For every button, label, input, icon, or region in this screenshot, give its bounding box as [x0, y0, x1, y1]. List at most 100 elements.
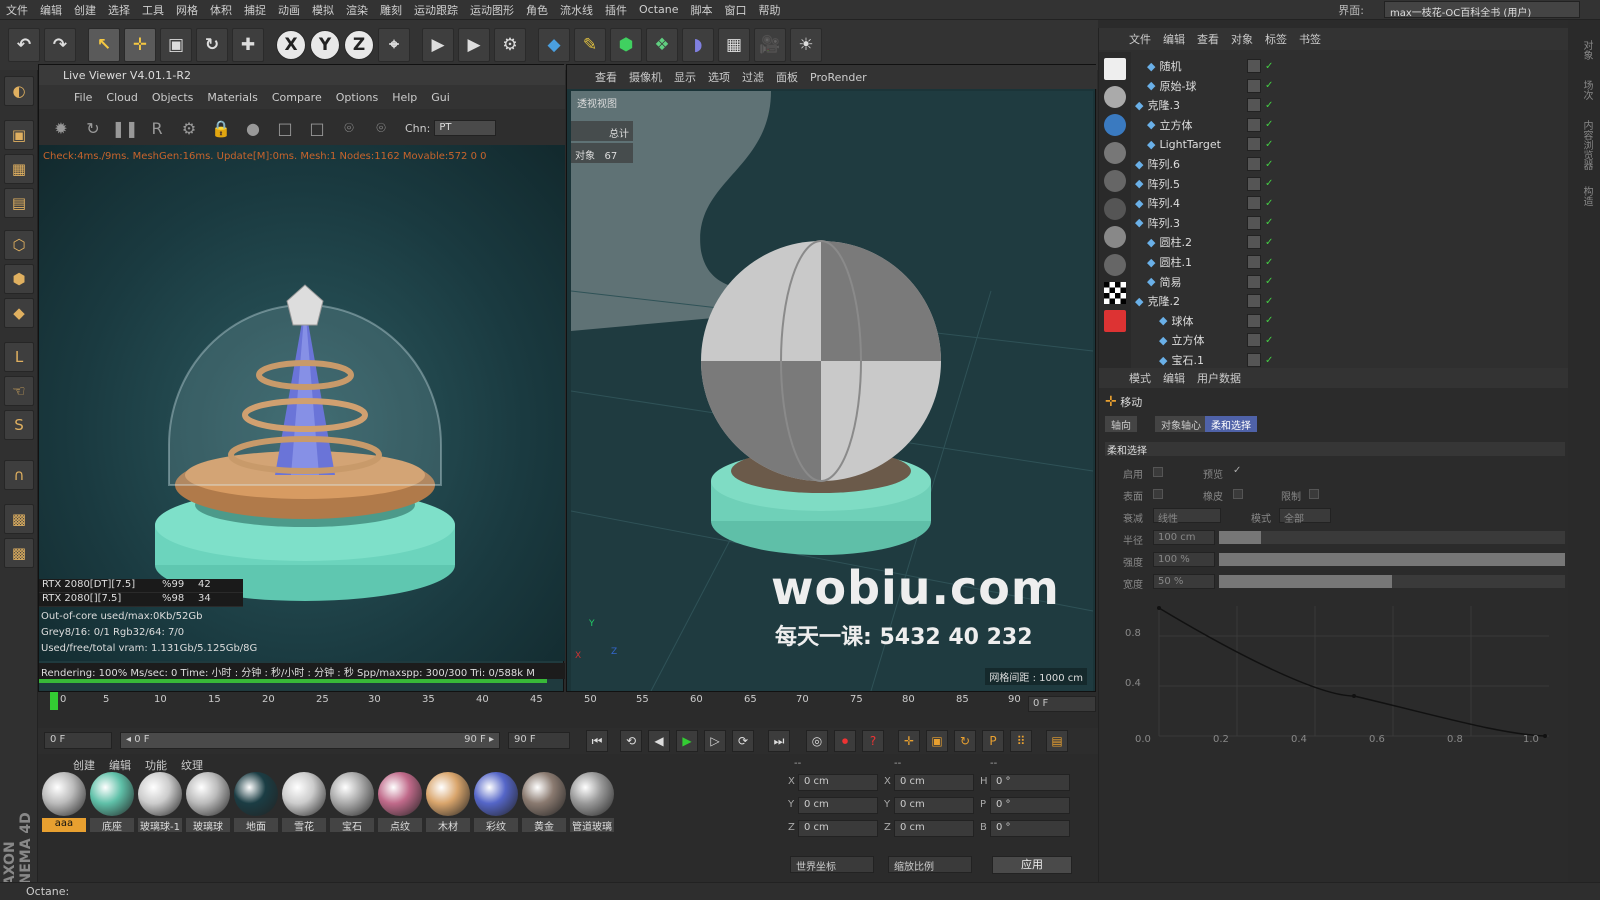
- planar-workplane-icon[interactable]: ▩: [4, 538, 34, 568]
- object-row[interactable]: ◆ 立方体 ✓: [1129, 330, 1549, 350]
- add-tool-icon[interactable]: ✚: [232, 28, 264, 62]
- apply-button[interactable]: 应用: [992, 856, 1072, 874]
- object-row[interactable]: ◆ 圆柱.2 ✓: [1129, 232, 1549, 252]
- menu-create[interactable]: 创建: [68, 2, 102, 18]
- go-to-end-icon[interactable]: ⏭: [768, 730, 790, 752]
- layout-select[interactable]: max一枝花-OC百科全书 (用户): [1384, 1, 1580, 18]
- z-axis-lock-button[interactable]: Z: [344, 30, 374, 60]
- points-mode-icon[interactable]: ⬡: [4, 230, 34, 260]
- octane-node-icon[interactable]: [1104, 254, 1126, 276]
- render-settings-icon[interactable]: ⚙: [494, 28, 526, 62]
- interpolation-icon[interactable]: ▤: [1046, 730, 1068, 752]
- layer-tag-icon[interactable]: [1247, 215, 1261, 230]
- camera-icon[interactable]: 🎥: [754, 28, 786, 62]
- next-frame-icon[interactable]: ▷: [704, 730, 726, 752]
- vp-menu-display[interactable]: 显示: [668, 69, 702, 85]
- menu-pipeline[interactable]: 流水线: [554, 2, 599, 18]
- vp-menu-camera[interactable]: 摄像机: [623, 69, 668, 85]
- layer-tag-icon[interactable]: [1247, 98, 1261, 113]
- deformer-icon[interactable]: ◗: [682, 28, 714, 62]
- visibility-check-icon[interactable]: ✓: [1265, 61, 1273, 72]
- material-slot[interactable]: aaa: [42, 772, 86, 834]
- coord-value-field[interactable]: 0 cm: [894, 774, 974, 791]
- radius-field[interactable]: 100 cm: [1153, 530, 1215, 545]
- x-axis-lock-button[interactable]: X: [276, 30, 306, 60]
- lock-icon[interactable]: 🔒: [209, 116, 233, 140]
- layer-tag-icon[interactable]: [1247, 117, 1261, 132]
- menu-file[interactable]: 文件: [0, 2, 34, 18]
- play-icon[interactable]: ▶: [676, 730, 698, 752]
- lock-workplane-icon[interactable]: ▩: [4, 504, 34, 534]
- menu-motion-tracking[interactable]: 运动跟踪: [408, 2, 464, 18]
- scale-tool-icon[interactable]: ▣: [160, 28, 192, 62]
- tab-takes[interactable]: 场次: [1574, 80, 1594, 100]
- strength-field[interactable]: 100 %: [1153, 552, 1215, 567]
- width-field[interactable]: 50 %: [1153, 574, 1215, 589]
- undo-icon[interactable]: ↶: [8, 28, 40, 62]
- send-scene-icon[interactable]: ✹: [49, 116, 73, 140]
- attr-menu-mode[interactable]: 模式: [1123, 370, 1157, 386]
- rubber-checkbox[interactable]: [1233, 489, 1243, 499]
- pen-spline-icon[interactable]: ✎: [574, 28, 606, 62]
- coord-value-field[interactable]: 0 cm: [894, 820, 974, 837]
- enable-axis-icon[interactable]: L: [4, 342, 34, 372]
- coord-value-field[interactable]: 0 °: [990, 820, 1070, 837]
- coord-value-field[interactable]: 0 cm: [894, 797, 974, 814]
- material-slot[interactable]: 雪花: [282, 772, 326, 834]
- material-slot[interactable]: 木材: [426, 772, 470, 834]
- layer-tag-icon[interactable]: [1247, 196, 1261, 211]
- perspective-viewport[interactable]: 查看 摄像机 显示 选项 过滤 面板 ProRender 透视视图 总计 对象 …: [566, 64, 1097, 692]
- vp-menu-panel[interactable]: 面板: [770, 69, 804, 85]
- coord-value-field[interactable]: 0 °: [990, 774, 1070, 791]
- coordinate-system-icon[interactable]: ⌖: [378, 28, 410, 62]
- tab-objects[interactable]: 对象: [1574, 40, 1594, 60]
- material-slot[interactable]: 宝石: [330, 772, 374, 834]
- material-slot[interactable]: 底座: [90, 772, 134, 834]
- film-region-icon[interactable]: □: [305, 116, 329, 140]
- material-slot[interactable]: 点纹: [378, 772, 422, 834]
- visibility-check-icon[interactable]: ✓: [1265, 315, 1273, 326]
- timeline[interactable]: 0 5 10 15 20 25 30 35 40 45 50 55 60 65 …: [38, 692, 1098, 726]
- attr-menu-edit[interactable]: 编辑: [1157, 370, 1191, 386]
- visibility-check-icon[interactable]: ✓: [1265, 139, 1273, 150]
- object-row[interactable]: ◆ 克隆.3 ✓: [1129, 95, 1549, 115]
- layer-tag-icon[interactable]: [1247, 353, 1261, 367]
- next-key-icon[interactable]: ⟳: [732, 730, 754, 752]
- menu-tools[interactable]: 工具: [136, 2, 170, 18]
- visibility-check-icon[interactable]: ✓: [1265, 178, 1273, 189]
- texture-mode-icon[interactable]: ▦: [4, 154, 34, 184]
- visibility-check-icon[interactable]: ✓: [1265, 217, 1273, 228]
- falloff-select[interactable]: 线性: [1153, 508, 1221, 525]
- menu-plugins[interactable]: 插件: [599, 2, 633, 18]
- coord-value-field[interactable]: 0 cm: [798, 820, 878, 837]
- octane-sphere-icon[interactable]: [1104, 142, 1126, 164]
- layer-tag-icon[interactable]: [1247, 294, 1261, 309]
- object-row[interactable]: ◆ 简易 ✓: [1129, 272, 1549, 292]
- mode-select[interactable]: 全部: [1279, 508, 1331, 525]
- octane-target-icon[interactable]: [1104, 86, 1126, 108]
- menu-sculpt[interactable]: 雕刻: [374, 2, 408, 18]
- floor-icon[interactable]: ▦: [718, 28, 750, 62]
- current-frame-field[interactable]: 0 F: [1028, 696, 1096, 712]
- layer-tag-icon[interactable]: [1247, 274, 1261, 289]
- prev-key-icon[interactable]: ⟲: [620, 730, 642, 752]
- record-rotation-icon[interactable]: ↻: [954, 730, 976, 752]
- menu-render[interactable]: 渲染: [340, 2, 374, 18]
- vp-menu-filter[interactable]: 过滤: [736, 69, 770, 85]
- layer-tag-icon[interactable]: [1247, 333, 1261, 348]
- obj-menu-file[interactable]: 文件: [1123, 31, 1157, 47]
- octane-daylight-icon[interactable]: [1104, 170, 1126, 192]
- snap-icon[interactable]: S: [4, 410, 34, 440]
- radius-slider[interactable]: [1219, 531, 1565, 544]
- preview-checkmark-icon[interactable]: ✓: [1233, 465, 1241, 476]
- menu-window[interactable]: 窗口: [719, 2, 753, 18]
- viewport-canvas[interactable]: 透视视图 总计 对象 67 wobiu.com 每天一课: 5432 40 23…: [571, 91, 1093, 691]
- restart-render-icon[interactable]: ↻: [81, 116, 105, 140]
- object-row[interactable]: ◆ 宝石.1 ✓: [1129, 350, 1549, 370]
- menu-simulate[interactable]: 模拟: [306, 2, 340, 18]
- select-tool-icon[interactable]: ↖: [88, 28, 120, 62]
- obj-menu-object[interactable]: 对象: [1225, 31, 1259, 47]
- lv-menu-options[interactable]: Options: [329, 91, 385, 104]
- frame-range-slider[interactable]: ◂ 0 F 90 F ▸: [120, 732, 500, 749]
- record-pla-icon[interactable]: ⠿: [1010, 730, 1032, 752]
